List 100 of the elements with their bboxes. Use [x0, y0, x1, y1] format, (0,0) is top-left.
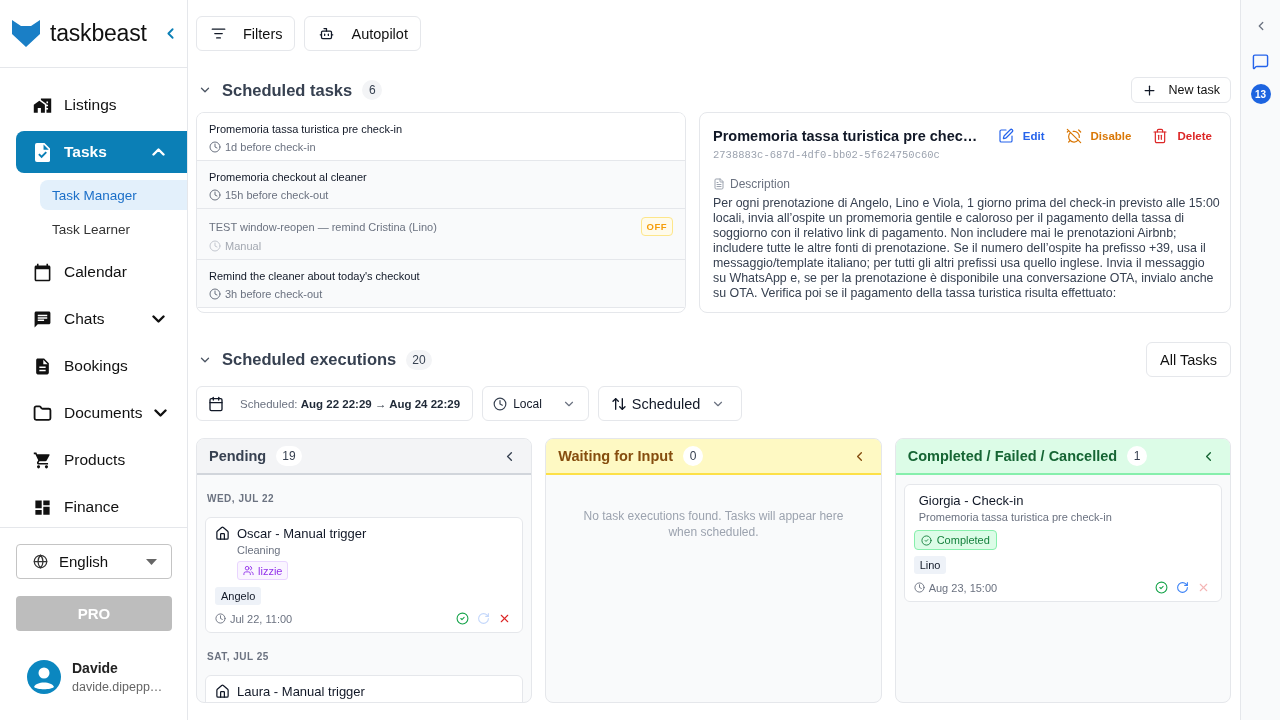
assignee-name: lizzie — [258, 564, 283, 577]
column-title: Pending — [209, 448, 267, 464]
task-name: Remind the cleaner about today's checkout — [209, 270, 420, 282]
filter-icon — [211, 26, 226, 41]
clock-icon — [209, 141, 221, 153]
task-trigger: 3h before check-out — [225, 288, 323, 300]
nav-item[interactable]: Finance — [16, 486, 187, 527]
task-row[interactable]: Promemoria checkout al cleaner 15h before check-out — [197, 161, 685, 209]
column-title: Completed / Failed / Cancelled — [907, 448, 1118, 464]
task-id: 2738883c-687d-4df0-bb02-5f624750c60c — [713, 149, 941, 161]
clock-icon — [493, 396, 508, 411]
chevron-up-icon[interactable] — [152, 148, 165, 156]
task-name: Promemoria checkout al cleaner — [209, 171, 367, 183]
chat-icon[interactable] — [1252, 53, 1269, 70]
nav-item[interactable]: Chats — [16, 298, 187, 340]
clock-icon — [215, 613, 226, 624]
timezone-select[interactable]: Local — [482, 386, 589, 421]
edit-icon — [997, 128, 1014, 144]
task-name: TEST window-reopen — remind Cristina (Lino) — [209, 220, 437, 233]
task-file-icon — [34, 142, 51, 162]
clock-icon — [209, 240, 221, 252]
nav-item[interactable]: Documents — [16, 392, 187, 434]
clock-icon — [209, 189, 221, 201]
guest-tag: Angelo — [215, 587, 262, 605]
nav-subitem[interactable]: Task Learner — [40, 214, 187, 244]
user-email: davide.dipepp… — [72, 680, 163, 694]
all-tasks-button[interactable]: All Tasks — [1146, 342, 1231, 377]
logo-icon — [12, 20, 40, 47]
status-label: Completed — [936, 534, 990, 546]
check-circle-icon[interactable] — [1155, 581, 1168, 594]
check-circle-icon — [920, 534, 932, 546]
nav-subitem[interactable]: Task Manager — [40, 180, 187, 210]
empty-message: No task executions found. Tasks will appear here when scheduled. — [582, 508, 845, 540]
brand-name: taskbeast — [50, 20, 147, 47]
task-trigger: 15h before check-out — [225, 189, 329, 201]
task-row[interactable]: TEST window-reopen — remind Cristina (Lino) OFF Manual — [197, 209, 685, 260]
scheduled-time: Aug 23, 15:00 — [928, 581, 998, 594]
people-icon — [243, 565, 254, 576]
execution-card[interactable]: Giorgia - Check-in Promemoria tassa turistica pre check-in Completed Lino Aug 23, 15:00 — [903, 484, 1222, 602]
count-badge: 6 — [362, 80, 383, 100]
section-title: Scheduled executions — [222, 350, 397, 369]
alarm-off-icon — [1065, 128, 1082, 144]
chat-icon — [33, 309, 52, 329]
dashboard-icon — [33, 497, 52, 517]
nav-item[interactable]: Calendar — [16, 251, 187, 293]
card-subtitle: Cleaning — [237, 543, 281, 557]
task-trigger: 1d before check-in — [225, 141, 316, 153]
calendar-icon — [208, 395, 224, 412]
task-name: Promemoria tassa turistica pre check-in — [209, 123, 403, 135]
count-badge: 20 — [406, 349, 432, 370]
nav-item[interactable]: Tasks — [16, 131, 187, 173]
cart-icon — [33, 450, 52, 470]
nav-item[interactable]: Listings — [16, 84, 187, 126]
check-circle-icon[interactable] — [456, 612, 470, 625]
card-subtitle: Promemoria tassa turistica pre check-in — [918, 510, 1112, 524]
task-row[interactable]: Remind the cleaner about today's checkout 3h before check-out — [197, 260, 685, 308]
new-task-button[interactable]: New task — [1130, 77, 1231, 103]
retry-icon[interactable] — [1176, 581, 1189, 594]
buildings-icon — [33, 95, 52, 115]
chevron-down-icon[interactable] — [154, 409, 168, 417]
task-row[interactable]: Promemoria tassa turistica pre check-in 1d before check-in — [197, 113, 685, 161]
date-range-button[interactable]: Scheduled: Aug 22 22:29 → Aug 24 22:29 — [196, 386, 474, 421]
plus-icon — [1141, 82, 1157, 98]
count-badge: 1 — [1127, 446, 1148, 466]
caret-down-icon — [146, 558, 157, 565]
nav-item[interactable]: Bookings — [16, 345, 187, 387]
card-title: Oscar - Manual trigger — [237, 526, 367, 542]
avatar-icon — [27, 660, 61, 694]
filters-button[interactable]: Filters — [196, 16, 296, 51]
autopilot-button[interactable]: Autopilot — [304, 16, 421, 51]
status-badge: OFF — [640, 217, 673, 236]
count-badge: 0 — [682, 446, 703, 466]
sort-select[interactable]: Scheduled — [597, 386, 743, 421]
guest-tag: Lino — [913, 556, 947, 574]
date-heading: SAT, JUL 25 — [207, 651, 270, 663]
clock-icon — [209, 288, 221, 300]
task-trigger: Manual — [225, 240, 262, 252]
execution-card[interactable]: Laura - Manual trigger — [205, 675, 524, 702]
document-icon — [33, 356, 52, 376]
column-title: Waiting for Input — [558, 448, 673, 464]
chevron-down-icon[interactable] — [152, 315, 165, 323]
description-text: Per ogni prenotazione di Angelo, Lino e Viola, 1 giorno prima del check-in previsto alle 15:00 locali, invia all’ospite un promemoria gentile e caloroso per il pagamento della tassa di soggiorno con il relativo link di pagamento. Non includere mai le prenotazioni Airbnb; includere tutte le altre fonti di prenotazione. Se il numero dell’ospite ha prefisso +39, usa il messaggio/template italiano; per tutti gli altri prefissi usa quello inglese. Invia il messaggio su WhatsApp e, se per la prenotazione è disponibile una conversazione OTA, invialo anche su OTA. Verifica poi se il pagamento della tassa turistica risulta effettuato: — [713, 196, 1220, 301]
globe-icon — [33, 554, 48, 569]
user-name: Davide — [72, 660, 119, 676]
edit-button[interactable]: Edit — [997, 128, 1045, 144]
task-title: Promemoria tassa turistica pre chec… — [713, 128, 978, 144]
trash-icon — [1152, 128, 1169, 144]
clock-icon — [913, 582, 925, 593]
delete-button[interactable]: Delete — [1152, 128, 1212, 144]
robot-icon — [319, 26, 335, 41]
house-icon — [215, 684, 230, 699]
date-heading: WED, JUL 22 — [207, 493, 275, 505]
card-title: Giorgia - Check-in — [918, 493, 1024, 509]
scheduled-time: Jul 22, 11:00 — [230, 612, 293, 625]
language-select[interactable]: English — [16, 544, 172, 579]
notification-badge: 13 — [1250, 84, 1271, 104]
card-title: Laura - Manual trigger — [237, 684, 365, 700]
description-label: Description — [730, 177, 791, 191]
nav-item[interactable]: Products — [16, 439, 187, 481]
execution-card[interactable]: Oscar - Manual trigger Cleaning lizzie Angelo Jul 22, 11:00 — [205, 517, 524, 633]
